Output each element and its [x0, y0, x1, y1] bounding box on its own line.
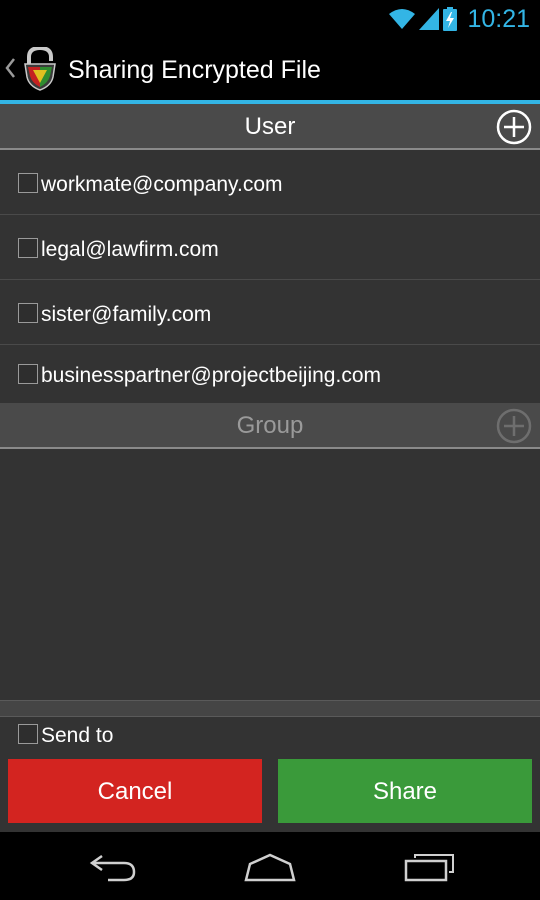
user-section-title: User [244, 113, 296, 140]
group-section-title: Group [236, 412, 304, 439]
send-to-label: Send to [41, 724, 114, 747]
home-icon[interactable] [243, 852, 297, 884]
user-email: businesspartner@projectbeijing.com [41, 364, 381, 387]
user-section-header: User [0, 104, 540, 150]
battery-charging-icon [443, 7, 458, 31]
send-to-checkbox[interactable] [18, 724, 38, 744]
wifi-icon [389, 9, 416, 29]
user-checkbox[interactable] [18, 238, 38, 258]
share-button[interactable]: Share [278, 759, 532, 823]
add-user-icon[interactable] [496, 109, 532, 145]
list-item[interactable]: sister@family.com [0, 280, 540, 345]
user-email: legal@lawfirm.com [41, 238, 219, 261]
user-checkbox[interactable] [18, 303, 38, 323]
navigation-bar [0, 832, 540, 900]
action-bar: Sharing Encrypted File [0, 38, 540, 100]
user-email: sister@family.com [41, 303, 212, 326]
user-list: workmate@company.com legal@lawfirm.com s… [0, 150, 540, 400]
group-section-header: Group [0, 403, 540, 449]
cell-signal-icon [419, 8, 440, 30]
group-list [0, 449, 540, 700]
bottom-divider [0, 700, 540, 717]
up-chevron-icon[interactable] [4, 57, 16, 79]
user-checkbox[interactable] [18, 364, 38, 384]
status-icons: 10:21 [389, 0, 530, 38]
lock-shield-app-icon[interactable] [20, 47, 60, 91]
status-bar: 10:21 [0, 0, 540, 38]
cancel-button[interactable]: Cancel [8, 759, 262, 823]
action-bar-title: Sharing Encrypted File [68, 56, 321, 84]
add-group-icon[interactable] [496, 408, 532, 444]
list-item[interactable]: legal@lawfirm.com [0, 215, 540, 280]
user-checkbox[interactable] [18, 173, 38, 193]
recent-apps-icon[interactable] [403, 852, 455, 884]
list-item[interactable]: workmate@company.com [0, 150, 540, 215]
user-email: workmate@company.com [41, 173, 283, 196]
send-to-row[interactable]: Send to [0, 717, 540, 757]
list-item[interactable]: businesspartner@projectbeijing.com [0, 345, 540, 400]
back-icon[interactable] [88, 852, 138, 884]
status-clock: 10:21 [467, 4, 530, 33]
